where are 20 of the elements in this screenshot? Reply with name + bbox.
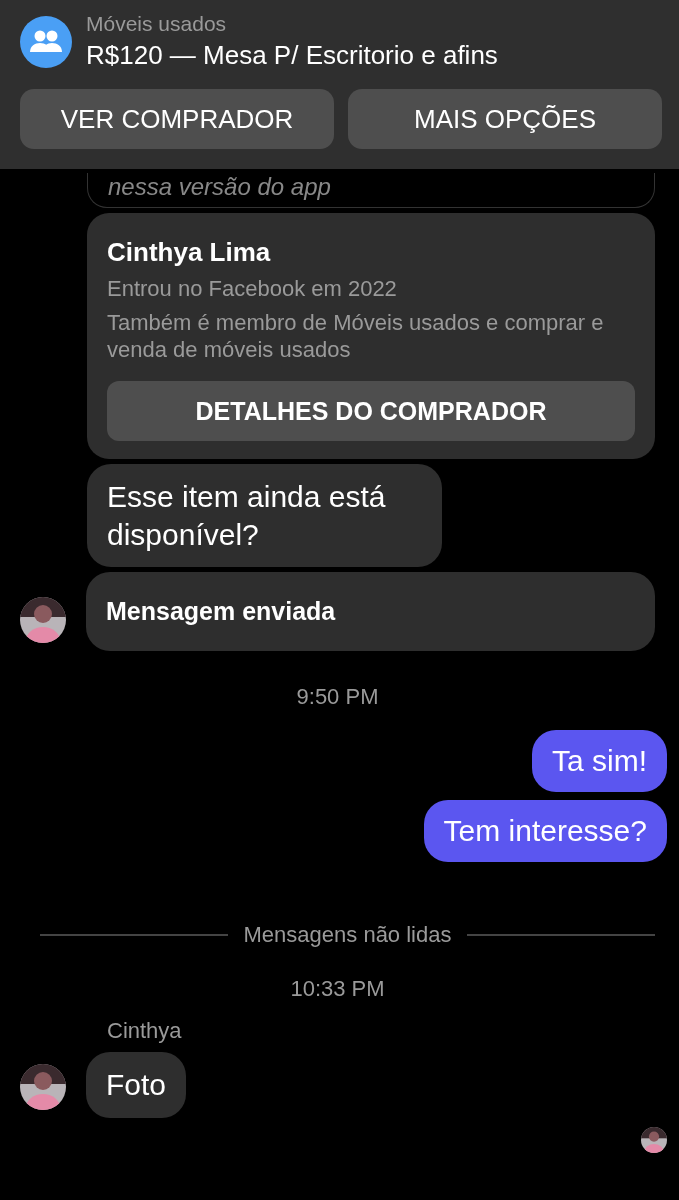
group-name: Móveis usados [86,12,228,36]
timestamp: 10:33 PM [290,976,385,1003]
message-bubble: Ta sim! [532,730,667,793]
header-button[interactable]: VER COMPRADOR [20,89,334,149]
message-bubble: Tem interesse? [423,800,667,863]
message-bubble: Foto [86,1052,187,1118]
message-bubble: Esse item ainda está disponível? [87,464,442,568]
sender-name: Cinthya [107,1018,183,1045]
timestamp: 9:50 PM [296,684,379,711]
message-bubble: nessa versão do app [87,173,655,208]
buyer-info: Também é membro de Móveis usados e comprar e venda de móveis usados [107,310,605,364]
buyer-info: Entrou no Facebook em 2022 [107,276,398,303]
listing-title: R$120 — Mesa P/ Escritorio e afins [86,40,498,71]
buyer-details-button[interactable]: DETALHES DO COMPRADOR [107,381,635,442]
message-bubble: Mensagem enviada [86,572,655,652]
group-icon [20,15,72,68]
unread-divider-label: Mensagens não lidas [243,922,452,949]
avatar-icon [641,1126,667,1153]
buyer-name: Cinthya Lima [107,237,272,268]
header-button[interactable]: MAIS OPÇÕES [348,89,662,149]
